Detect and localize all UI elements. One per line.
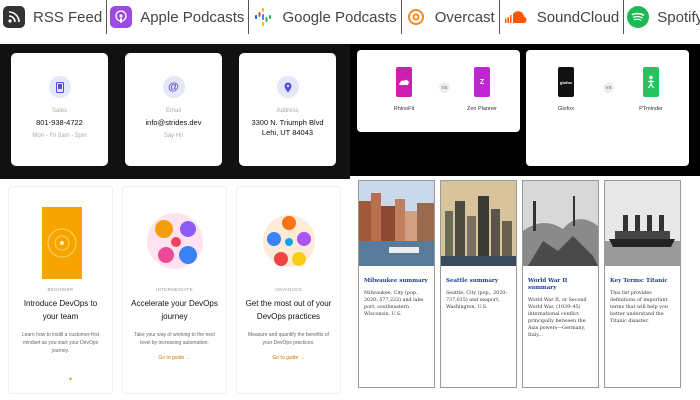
guide-card-intermediate[interactable]: INTERMEDIATE Accelerate your DevOps jour… (122, 186, 227, 394)
article-title[interactable]: Seattle summary (446, 278, 511, 285)
article-title[interactable]: World War II summary (528, 278, 593, 292)
google-podcasts-label: Google Podcasts (282, 8, 397, 26)
contact-value[interactable]: 3300 N. Triumph Blvd Lehi, UT 84043 (239, 118, 336, 138)
article-card-milwaukee[interactable]: Milwaukee summary Milwaukee, City (pop.,… (358, 180, 435, 388)
soundcloud-label: SoundCloud (536, 8, 620, 26)
soundcloud-link[interactable]: SoundCloud (500, 0, 625, 34)
contact-value[interactable]: 801-938-4722 (11, 118, 108, 128)
zen-planner-logo-icon: Z (474, 67, 490, 97)
ptminder-logo-icon (643, 67, 659, 97)
guide-level: ADVANCED (274, 287, 303, 292)
apple-podcasts-label: Apple Podcasts (140, 8, 245, 26)
devops-guides-section: BEGINNER Introduce DevOps to your team L… (0, 180, 350, 400)
titanic-photo-icon (605, 181, 680, 266)
guide-title: Accelerate your DevOps journey (131, 299, 218, 321)
apple-podcasts-link[interactable]: Apple Podcasts (107, 0, 250, 34)
article-card-world-war-ii[interactable]: World War II summary World War II, or Se… (522, 180, 599, 388)
article-title[interactable]: Milwaukee summary (364, 278, 429, 285)
article-card-seattle[interactable]: Seattle summary Seattle, City (pop., 202… (440, 180, 517, 388)
guide-level: INTERMEDIATE (156, 287, 193, 292)
guide-card-advanced[interactable]: ADVANCED Get the most out of your DevOps… (236, 186, 341, 394)
at-icon: @ (162, 76, 185, 98)
world-war-ii-photo-icon (523, 181, 598, 266)
article-description: World War II, or Second World War, (1939… (528, 298, 587, 338)
contact-card-email: @ Email info@strides.dev Say Hi! (125, 53, 222, 166)
contact-subtext: Mon - Fri 8am - 5pm (32, 133, 87, 139)
comparison-left-name: Glofox (558, 106, 574, 112)
vs-badge: VS (439, 82, 450, 93)
spotify-icon (627, 6, 650, 28)
guide-level: BEGINNER (47, 287, 74, 292)
comparison-right-name: PTminder (639, 106, 663, 112)
overcast-link[interactable]: Overcast (402, 0, 500, 34)
article-description: Milwaukee, City (pop., 2020: 577,222) an… (364, 291, 424, 317)
guide-title: Introduce DevOps to your team (23, 299, 98, 321)
go-to-guide-link[interactable]: Go to guide → (237, 355, 340, 361)
seattle-photo-icon (441, 181, 516, 266)
glofox-logo-icon: glofox (558, 67, 574, 97)
contact-value[interactable]: info@strides.dev (125, 118, 222, 128)
google-podcasts-link[interactable]: Google Podcasts (249, 0, 402, 34)
article-cards-section: Milwaukee summary Milwaukee, City (pop.,… (350, 176, 700, 400)
google-podcasts-icon (252, 6, 275, 28)
milwaukee-photo-icon (359, 181, 434, 266)
contact-label: Address (276, 108, 299, 114)
phone-icon (48, 76, 71, 98)
guide-title: Get the most out of your DevOps practice… (245, 299, 332, 321)
guide-description: Learn how to instill a customer-first mi… (21, 332, 100, 354)
contact-section: Sales 801-938-4722 Mon - Fri 8am - 5pm @… (0, 44, 350, 179)
rss-feed-label: RSS Feed (33, 8, 103, 26)
rss-feed-link[interactable]: RSS Feed (0, 0, 108, 34)
comparison-left-name: RhinoFit (393, 106, 415, 112)
go-to-guide-link[interactable]: Go to guide → (123, 355, 226, 361)
spotify-label: Spotify (657, 8, 700, 26)
comparison-section: RhinoFit VS Z Zen Planner glofox Glofox … (350, 44, 700, 176)
contact-label: Sales (51, 108, 67, 114)
contact-label: Email (165, 108, 181, 114)
comparison-card-glofox-ptminder[interactable]: glofox Glofox VS PTminder (526, 50, 689, 166)
star-icon: ✦ (68, 377, 74, 383)
soundcloud-icon (502, 6, 529, 28)
comparison-card-rhinofit-zenplanner[interactable]: RhinoFit VS Z Zen Planner (357, 50, 520, 132)
location-pin-icon (276, 76, 299, 98)
rss-icon (3, 6, 25, 28)
guide-card-beginner[interactable]: BEGINNER Introduce DevOps to your team L… (8, 186, 113, 394)
vs-badge: VS (603, 82, 614, 93)
article-card-titanic[interactable]: Key Terms: Titanic This list provides de… (604, 180, 681, 388)
overcast-icon (404, 6, 427, 28)
contact-card-address: Address 3300 N. Triumph Blvd Lehi, UT 84… (239, 53, 336, 166)
podcast-subscribe-bar: RSS Feed Apple Podcasts Google Podcasts … (0, 0, 700, 34)
contact-card-sales: Sales 801-938-4722 Mon - Fri 8am - 5pm (11, 53, 108, 166)
beginner-illustration-icon (26, 201, 96, 281)
page-root: RSS Feed Apple Podcasts Google Podcasts … (0, 0, 700, 400)
article-title[interactable]: Key Terms: Titanic (610, 278, 675, 285)
apple-podcasts-icon (110, 6, 133, 28)
overcast-label: Overcast (434, 8, 495, 26)
intermediate-illustration-icon (140, 201, 210, 281)
rhinofit-logo-icon (396, 67, 412, 97)
article-description: This list provides definitions of import… (610, 291, 668, 324)
guide-description: Take your way of working to the next lev… (134, 332, 215, 346)
spotify-link[interactable]: Spotify (624, 0, 700, 34)
guide-description: Measure and quantify the benefits of you… (248, 332, 329, 346)
contact-subtext: Say Hi! (163, 133, 184, 139)
advanced-illustration-icon (254, 201, 324, 281)
comparison-right-name: Zen Planner (467, 106, 497, 112)
article-description: Seattle, City (pop., 2020: 737,015) and … (446, 291, 507, 310)
